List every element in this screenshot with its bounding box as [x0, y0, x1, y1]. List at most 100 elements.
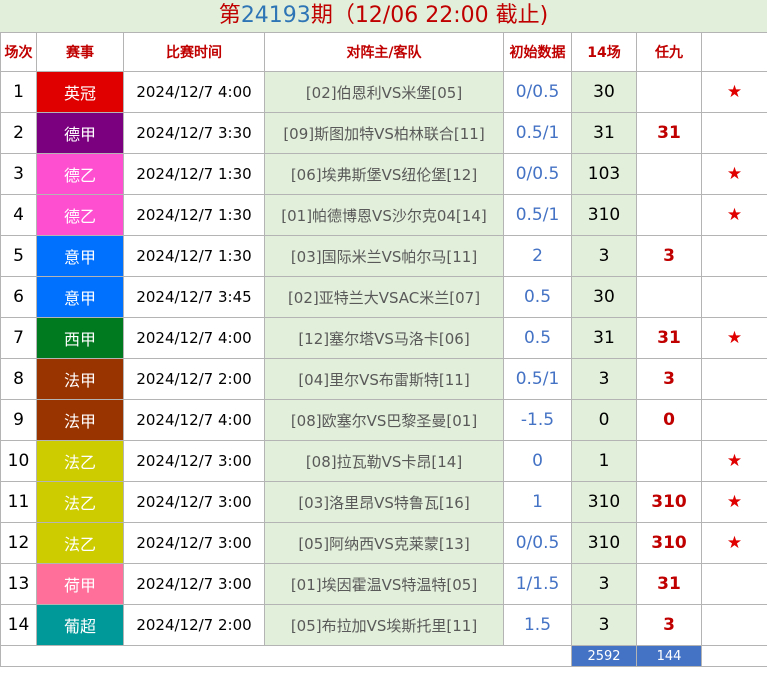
pick-14: 3: [571, 604, 637, 646]
pick-14: 3: [571, 358, 637, 400]
pick-14: 1: [571, 440, 637, 482]
match-time: 2024/12/7 3:00: [123, 563, 265, 605]
initial-odds: 0.5/1: [503, 194, 572, 236]
initial-odds: 1.5: [503, 604, 572, 646]
match-teams: [03]国际米兰VS帕尔马[11]: [264, 235, 504, 277]
initial-odds: 1/1.5: [503, 563, 572, 605]
match-teams: [08]欧塞尔VS巴黎圣曼[01]: [264, 399, 504, 441]
initial-odds: 0.5: [503, 276, 572, 318]
header-no: 场次: [0, 32, 37, 72]
match-no: 10: [0, 440, 37, 482]
pick-r9: 310: [636, 522, 702, 564]
match-no: 4: [0, 194, 37, 236]
match-time: 2024/12/7 1:30: [123, 153, 265, 195]
table-row: 9 法甲 2024/12/7 4:00 [08]欧塞尔VS巴黎圣曼[01] -1.5 0 0: [0, 399, 767, 441]
star-icon: ★: [701, 194, 767, 236]
table-row: 1 英冠 2024/12/7 4:00 [02]伯恩利VS米堡[05] 0/0.5 30 ★: [0, 71, 767, 113]
league-badge: 法乙: [36, 481, 124, 523]
pick-14: 30: [571, 71, 637, 113]
league-badge: 法乙: [36, 440, 124, 482]
star-icon: ★: [701, 440, 767, 482]
initial-odds: -1.5: [503, 399, 572, 441]
match-time: 2024/12/7 4:00: [123, 71, 265, 113]
pick-r9: 3: [636, 604, 702, 646]
star-icon: ★: [701, 317, 767, 359]
match-time: 2024/12/7 3:00: [123, 481, 265, 523]
pick-14: 31: [571, 317, 637, 359]
match-time: 2024/12/7 4:00: [123, 317, 265, 359]
pick-r9: 31: [636, 563, 702, 605]
initial-odds: 0/0.5: [503, 153, 572, 195]
header-odds: 初始数据: [503, 32, 572, 72]
star-icon: [701, 112, 767, 154]
match-no: 13: [0, 563, 37, 605]
star-icon: [701, 399, 767, 441]
initial-odds: 0.5/1: [503, 112, 572, 154]
match-teams: [05]布拉加VS埃斯托里[11]: [264, 604, 504, 646]
pick-14: 3: [571, 235, 637, 277]
match-time: 2024/12/7 1:30: [123, 235, 265, 277]
match-teams: [01]帕德博恩VS沙尔克04[14]: [264, 194, 504, 236]
match-no: 3: [0, 153, 37, 195]
match-teams: [06]埃弗斯堡VS纽伦堡[12]: [264, 153, 504, 195]
header-match: 对阵主/客队: [264, 32, 504, 72]
pick-14: 3: [571, 563, 637, 605]
initial-odds: 0.5/1: [503, 358, 572, 400]
header-row: 场次 赛事 比赛时间 对阵主/客队 初始数据 14场 任九: [0, 32, 767, 72]
match-teams: [04]里尔VS布雷斯特[11]: [264, 358, 504, 400]
match-teams: [02]伯恩利VS米堡[05]: [264, 71, 504, 113]
table-row: 11 法乙 2024/12/7 3:00 [03]洛里昂VS特鲁瓦[16] 1 310 31…: [0, 481, 767, 523]
star-icon: [701, 276, 767, 318]
table-row: 8 法甲 2024/12/7 2:00 [04]里尔VS布雷斯特[11] 0.5/1 3 3: [0, 358, 767, 400]
match-time: 2024/12/7 2:00: [123, 358, 265, 400]
table-row: 6 意甲 2024/12/7 3:45 [02]亚特兰大VSAC米兰[07] 0.5 30: [0, 276, 767, 318]
totals-empty: [701, 645, 767, 667]
pick-r9: [636, 153, 702, 195]
match-no: 8: [0, 358, 37, 400]
league-badge: 葡超: [36, 604, 124, 646]
pick-r9: 3: [636, 358, 702, 400]
match-teams: [03]洛里昂VS特鲁瓦[16]: [264, 481, 504, 523]
match-teams: [05]阿纳西VS克莱蒙[13]: [264, 522, 504, 564]
title-suffix: 期（12/06 22:00 截止): [310, 3, 549, 28]
initial-odds: 1: [503, 481, 572, 523]
league-badge: 德乙: [36, 194, 124, 236]
table-row: 10 法乙 2024/12/7 3:00 [08]拉瓦勒VS卡昂[14] 0 1 ★: [0, 440, 767, 482]
match-no: 14: [0, 604, 37, 646]
initial-odds: 0/0.5: [503, 522, 572, 564]
pick-14: 310: [571, 522, 637, 564]
star-icon: ★: [701, 481, 767, 523]
pick-14: 0: [571, 399, 637, 441]
star-icon: ★: [701, 153, 767, 195]
initial-odds: 0/0.5: [503, 71, 572, 113]
star-icon: [701, 358, 767, 400]
initial-odds: 2: [503, 235, 572, 277]
league-badge: 意甲: [36, 276, 124, 318]
match-no: 7: [0, 317, 37, 359]
table-row: 14 葡超 2024/12/7 2:00 [05]布拉加VS埃斯托里[11] 1.5 3 3: [0, 604, 767, 646]
match-time: 2024/12/7 3:00: [123, 440, 265, 482]
pick-r9: [636, 276, 702, 318]
issue-number: 24193: [240, 3, 311, 28]
pick-r9: 310: [636, 481, 702, 523]
totals-spacer: [0, 645, 572, 667]
match-no: 1: [0, 71, 37, 113]
league-badge: 荷甲: [36, 563, 124, 605]
header-league: 赛事: [36, 32, 124, 72]
league-badge: 法乙: [36, 522, 124, 564]
match-teams: [09]斯图加特VS柏林联合[11]: [264, 112, 504, 154]
table-row: 13 荷甲 2024/12/7 3:00 [01]埃因霍温VS特温特[05] 1/1.5…: [0, 563, 767, 605]
header-time: 比赛时间: [123, 32, 265, 72]
match-time: 2024/12/7 2:00: [123, 604, 265, 646]
totals-row: 2592 144: [0, 645, 767, 667]
pick-14: 31: [571, 112, 637, 154]
match-time: 2024/12/7 1:30: [123, 194, 265, 236]
match-teams: [08]拉瓦勒VS卡昂[14]: [264, 440, 504, 482]
star-icon: [701, 235, 767, 277]
table-row: 5 意甲 2024/12/7 1:30 [03]国际米兰VS帕尔马[11] 2 3 3: [0, 235, 767, 277]
match-no: 2: [0, 112, 37, 154]
league-badge: 英冠: [36, 71, 124, 113]
initial-odds: 0.5: [503, 317, 572, 359]
table-row: 2 德甲 2024/12/7 3:30 [09]斯图加特VS柏林联合[11] 0.5/1…: [0, 112, 767, 154]
match-teams: [01]埃因霍温VS特温特[05]: [264, 563, 504, 605]
